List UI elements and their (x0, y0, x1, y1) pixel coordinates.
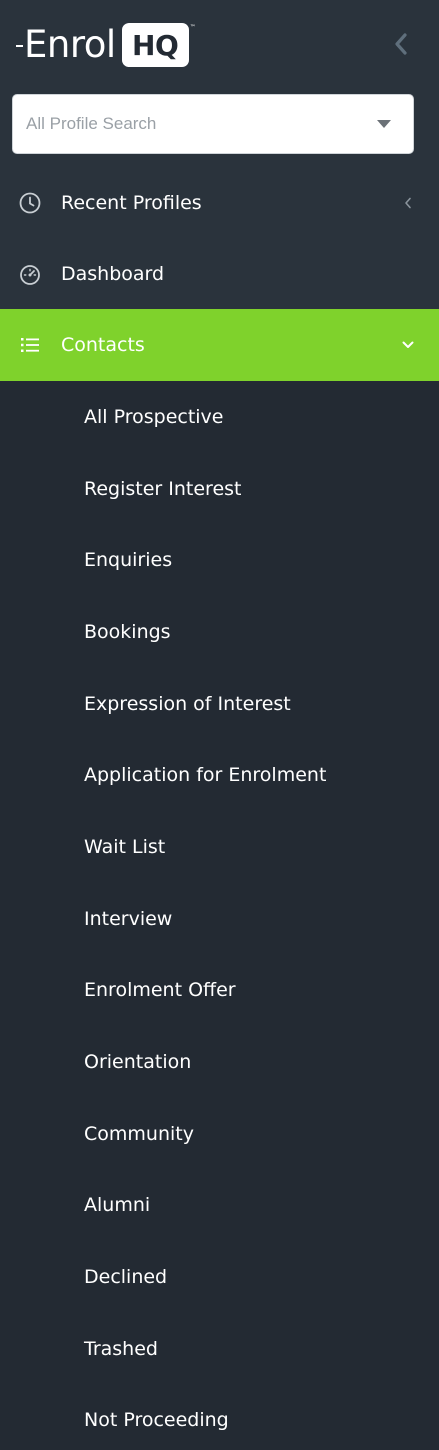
chevron-left-icon (395, 33, 407, 55)
logo-dot (16, 45, 23, 47)
submenu-item-bookings[interactable]: Bookings (0, 596, 439, 668)
chevron-left-icon (401, 196, 415, 210)
chevron-down-icon (401, 338, 415, 352)
nav-label: Recent Profiles (61, 192, 202, 214)
logo-badge: HQ (121, 23, 189, 67)
submenu-item-enrolment-offer[interactable]: Enrolment Offer (0, 955, 439, 1027)
submenu-item-application-for-enrolment[interactable]: Application for Enrolment (0, 739, 439, 811)
submenu-item-wait-list[interactable]: Wait List (0, 811, 439, 883)
nav-item-dashboard[interactable]: Dashboard (0, 239, 439, 309)
submenu-item-all-prospective[interactable]: All Prospective (0, 381, 439, 453)
submenu-item-not-proceeding[interactable]: Not Proceeding (0, 1385, 439, 1450)
submenu-item-trashed[interactable]: Trashed (0, 1313, 439, 1385)
enrolhq-logo[interactable]: Enrol HQ ™ (16, 22, 196, 68)
nav-label: Dashboard (61, 263, 165, 285)
submenu-item-community[interactable]: Community (0, 1098, 439, 1170)
logo-trademark: ™ (189, 24, 196, 31)
submenu-item-interview[interactable]: Interview (0, 883, 439, 955)
logo-wordmark: Enrol (24, 23, 116, 66)
sidebar: Enrol HQ ™ All Profile Search Recent Pro… (0, 0, 439, 1450)
nav-item-recent-profiles[interactable]: Recent Profiles (0, 168, 439, 238)
submenu-item-enquiries[interactable]: Enquiries (0, 524, 439, 596)
list-icon (18, 333, 42, 357)
submenu-item-expression-of-interest[interactable]: Expression of Interest (0, 668, 439, 740)
submenu-item-orientation[interactable]: Orientation (0, 1026, 439, 1098)
submenu-item-declined[interactable]: Declined (0, 1241, 439, 1313)
search-placeholder: All Profile Search (26, 114, 157, 133)
nav-label: Contacts (61, 334, 145, 356)
speedometer-icon (18, 262, 42, 286)
caret-down-icon (377, 120, 391, 128)
collapse-sidebar-button[interactable] (386, 27, 416, 61)
clock-icon (18, 191, 42, 215)
contacts-submenu: All Prospective Register Interest Enquir… (0, 381, 439, 1450)
submenu-item-alumni[interactable]: Alumni (0, 1170, 439, 1242)
submenu-item-register-interest[interactable]: Register Interest (0, 453, 439, 525)
nav-item-contacts[interactable]: Contacts (0, 309, 439, 381)
profile-search-select[interactable]: All Profile Search (12, 94, 414, 154)
